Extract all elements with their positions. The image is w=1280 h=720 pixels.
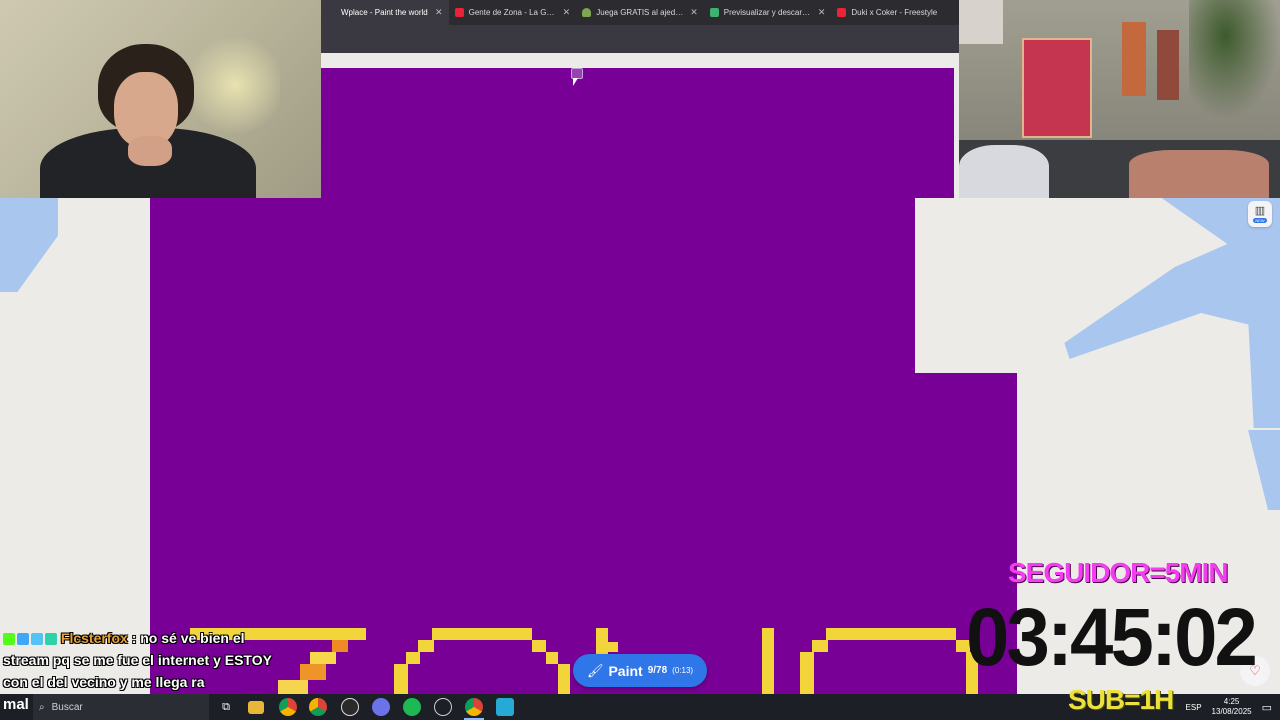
search-icon: ⌕ — [39, 701, 45, 713]
obs-icon[interactable] — [341, 698, 359, 716]
search-placeholder: Buscar — [51, 701, 83, 713]
discord-icon[interactable] — [372, 698, 390, 716]
close-icon[interactable]: ✕ — [690, 7, 698, 18]
grid-badge-icon — [45, 633, 57, 645]
tab-youtube-duki[interactable]: Duki x Coker - Freestyle — [831, 0, 959, 25]
leaderboard-button[interactable]: ▥ NEW — [1248, 201, 1272, 227]
task-view-icon[interactable]: ⧉ — [217, 698, 235, 716]
page-top-strip — [321, 53, 959, 67]
tab-title: Gente de Zona - La Gozadera — [468, 8, 558, 17]
tab-wplace[interactable]: Wplace - Paint the world ✕ — [321, 0, 449, 25]
tab-youtube-gozadera[interactable]: Gente de Zona - La Gozadera ✕ — [449, 0, 577, 25]
clock[interactable]: 4:25 13/08/2025 — [1212, 697, 1252, 717]
tab-chess[interactable]: Juega GRATIS al ajedrez online ✕ — [576, 0, 704, 25]
brush-icon: 🖌 — [586, 662, 604, 678]
app-blue-icon[interactable] — [496, 698, 514, 716]
youtube-icon — [837, 8, 847, 17]
chat-badges — [3, 633, 57, 645]
browser-toolbar — [321, 25, 959, 53]
notification-icon[interactable]: ▭ — [1262, 701, 1272, 714]
tab-title: Juega GRATIS al ajedrez online — [596, 8, 686, 17]
chrome-active-icon[interactable] — [465, 698, 483, 716]
chat-partial-text: mal — [3, 696, 29, 713]
purple-artwork — [321, 68, 954, 198]
clock-time: 4:25 — [1223, 697, 1240, 706]
close-icon[interactable]: ✕ — [563, 7, 571, 18]
chess-pawn-icon — [582, 8, 592, 17]
spotify-icon[interactable] — [403, 698, 421, 716]
paint-label: Paint — [608, 662, 643, 679]
tab-preview-image[interactable]: Previsualizar y descargar imagen ✕ — [704, 0, 832, 25]
tab-title: Previsualizar y descargar imagen — [723, 8, 813, 17]
new-badge: NEW — [1253, 217, 1267, 223]
close-icon[interactable]: ✕ — [818, 7, 826, 18]
water-area — [1248, 430, 1280, 510]
rp-logo-icon — [709, 8, 719, 17]
water-area — [0, 198, 58, 292]
chat-message: Flcsterfox : no sé ve bien el stream pq … — [3, 627, 273, 693]
water-area — [1064, 198, 1280, 428]
recharge-timer: (0:13) — [672, 666, 694, 675]
chrome-profile-icon[interactable] — [309, 698, 327, 716]
browser-tab-bar: Wplace - Paint the world ✕ Gente de Zona… — [321, 0, 959, 25]
stream-screen: Wplace - Paint the world ✕ Gente de Zona… — [0, 0, 1280, 720]
sub-badge-icon — [17, 633, 29, 645]
tab-title: Wplace - Paint the world — [341, 8, 428, 17]
file-explorer-icon[interactable] — [248, 701, 264, 714]
taskbar-search[interactable]: ⌕ Buscar — [33, 694, 209, 720]
follower-rule: SEGUIDOR=5MIN — [1008, 557, 1229, 588]
system-tray: ESP 4:25 13/08/2025 ▭ — [1186, 694, 1272, 720]
language-indicator[interactable]: ESP — [1186, 703, 1202, 712]
mouse-pointer-icon — [573, 78, 578, 86]
tab-title: Duki x Coker - Freestyle — [851, 8, 938, 17]
sub-rule: SUB=1H — [1068, 684, 1174, 715]
webcam-streamer — [0, 0, 321, 198]
wplace-icon — [327, 8, 336, 17]
pixel-count: 9/78 — [647, 665, 668, 676]
chat-username: Flcsterfox — [60, 630, 128, 646]
paint-button[interactable]: 🖌 Paint 9/78 (0:13) — [573, 654, 707, 687]
webcam-room — [959, 0, 1280, 198]
gift-badge-icon — [31, 633, 43, 645]
app-icon[interactable] — [434, 698, 452, 716]
subathon-timer: 03:45:02 — [966, 592, 1258, 683]
youtube-icon — [454, 8, 464, 17]
clock-date: 13/08/2025 — [1211, 707, 1252, 716]
kick-badge-icon — [3, 633, 15, 645]
leaderboard-icon: ▥ — [1254, 204, 1266, 217]
close-icon[interactable]: ✕ — [435, 7, 443, 18]
chrome-icon[interactable] — [279, 698, 297, 716]
